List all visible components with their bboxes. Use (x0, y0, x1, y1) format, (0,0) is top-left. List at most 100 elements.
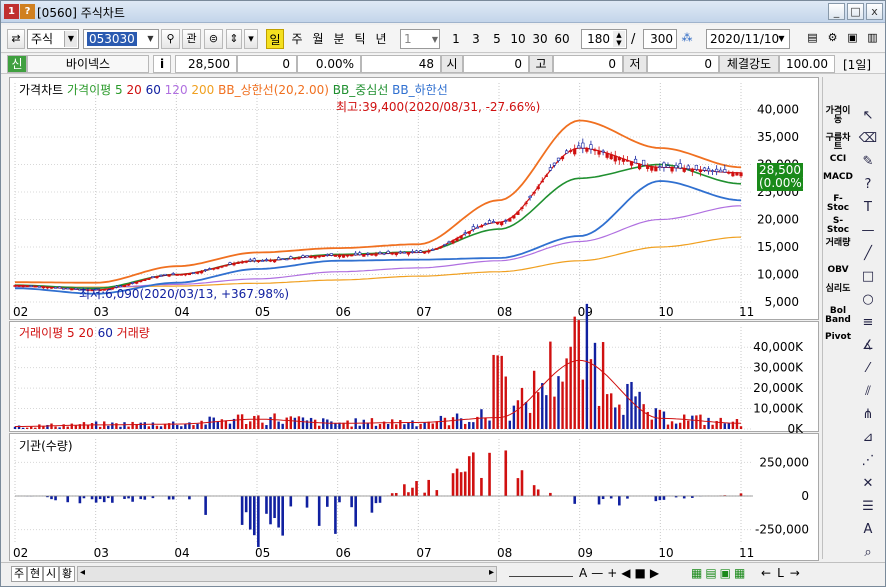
indicator-8[interactable]: 심리도 (823, 285, 853, 294)
indicator-10[interactable]: Pivot (823, 333, 853, 342)
legend-bb-lower: BB_하한선 (392, 83, 448, 97)
current-price-badge: 28,500 (0.00%) (757, 163, 803, 191)
indicator-strip: 가격이동구름차트 CCI MACD F-Stoc S-Stoc 거래량 OBV 심리도 Bol … (822, 77, 852, 559)
tab-status[interactable]: 황 (59, 566, 75, 582)
auto-icon[interactable]: A (858, 521, 878, 539)
circle-icon[interactable]: ○ (858, 291, 878, 309)
volume-bar (533, 371, 535, 429)
candle-body (537, 187, 540, 189)
volume-bar (371, 418, 373, 429)
volume-bar (711, 425, 713, 429)
zoom-controls[interactable]: A—+◀■▶ (579, 566, 663, 580)
volume-bar (561, 382, 563, 429)
scroll-left-icon[interactable]: ◂ (80, 567, 85, 578)
institution-bar (480, 478, 483, 496)
volume-bar (119, 427, 121, 429)
font-icon[interactable]: A (579, 566, 591, 580)
volume-bar (407, 423, 409, 429)
volume-bar (286, 418, 288, 429)
zoom-icon[interactable]: ⌕ (858, 544, 878, 562)
draw-icon[interactable]: ✎ (858, 153, 878, 171)
channel-icon[interactable]: ⫽ (858, 383, 878, 401)
gann-icon[interactable]: ∡ (858, 337, 878, 355)
speed-line-icon[interactable]: ⋰ (858, 452, 878, 470)
export-icons[interactable]: ▦▤▣▦ (691, 566, 748, 580)
candle-body (586, 148, 589, 151)
institution-bar (452, 473, 455, 496)
andrews-icon[interactable]: ⋔ (858, 406, 878, 424)
last-icon[interactable]: L (777, 566, 790, 580)
levels-icon[interactable]: ☰ (858, 498, 878, 516)
end-controls[interactable]: ←L→ (761, 566, 806, 580)
legend-volume: 거래량 (117, 326, 150, 340)
candle-body (517, 212, 520, 215)
eraser-icon[interactable]: ⌫ (858, 130, 878, 148)
indicator-2[interactable]: CCI (823, 155, 853, 164)
institution-bar (423, 493, 426, 496)
candle-body (500, 222, 503, 225)
candle-body (655, 167, 658, 171)
volume-bar (225, 421, 227, 429)
candle-body (285, 259, 288, 260)
next-icon[interactable]: ▶ (650, 566, 663, 580)
institution-bar (306, 496, 309, 508)
horizontal-line-icon[interactable]: — (858, 222, 878, 240)
rectangle-icon[interactable]: □ (858, 268, 878, 286)
candle-body (667, 166, 670, 168)
x-tick-bottom: 04 (174, 546, 189, 560)
fibonacci-icon[interactable]: ≡ (858, 314, 878, 332)
horizontal-scrollbar[interactable]: ◂ ▸ (77, 566, 497, 582)
minus-icon[interactable]: — (591, 566, 607, 580)
indicator-5[interactable]: S-Stoc (823, 217, 853, 235)
volume-bar (330, 421, 332, 429)
candle-body (261, 260, 264, 261)
indicator-7[interactable]: OBV (823, 266, 853, 275)
regression-icon[interactable]: ⊿ (858, 429, 878, 447)
volume-bar (517, 400, 519, 429)
stop-icon[interactable]: ■ (635, 566, 650, 580)
text-icon[interactable]: T (858, 199, 878, 217)
indicator-1[interactable]: 구름차트 (823, 134, 853, 152)
zoom-slider[interactable] (509, 569, 573, 577)
cross-icon[interactable]: ✕ (858, 475, 878, 493)
indicator-9[interactable]: Bol Band (823, 307, 853, 325)
volume-bar (614, 407, 616, 429)
candle-body (371, 254, 374, 255)
current-price-badge-rate: (0.00%) (759, 177, 801, 190)
candle-body (367, 253, 370, 254)
volume-bar (277, 422, 279, 429)
x-tick-top: 07 (416, 305, 431, 319)
candle-body (383, 253, 386, 254)
tab-current[interactable]: 현 (27, 566, 43, 582)
candle-body (407, 253, 410, 255)
volume-bar (127, 427, 129, 429)
prev-icon[interactable]: ◀ (621, 566, 634, 580)
indicator-0[interactable]: 가격이동 (823, 107, 853, 125)
help-icon[interactable]: ? (858, 176, 878, 194)
volume-bar (541, 383, 543, 429)
institution-bar (139, 496, 142, 499)
candle-body (75, 288, 78, 289)
volume-bar (123, 422, 125, 429)
institution-bar (618, 496, 621, 505)
volume-bar (659, 410, 661, 429)
diagonal-line-icon[interactable]: ╱ (858, 245, 878, 263)
forward-icon[interactable]: → (790, 566, 806, 580)
candle-body (683, 168, 686, 171)
drawing-tools: ↖ ⌫ ✎? T — ╱ □ ○ ≡ ∡ ⁄ ⫽ ⋔ ⊿ ⋰ ✕ ☰ A ⌕ (853, 101, 883, 573)
institution-bar (456, 469, 459, 496)
candle-body (14, 286, 17, 287)
volume-bar (245, 424, 247, 429)
tab-market[interactable]: 시 (43, 566, 59, 582)
indicator-3[interactable]: MACD (823, 173, 853, 182)
cursor-icon[interactable]: ↖ (858, 107, 878, 125)
plus-icon[interactable]: + (607, 566, 621, 580)
scroll-right-icon[interactable]: ▸ (489, 567, 494, 578)
indicator-6[interactable]: 거래량 (823, 239, 853, 248)
back-icon[interactable]: ← (761, 566, 777, 580)
volume-bar (359, 426, 361, 429)
trend-icon[interactable]: ⁄ (858, 360, 878, 378)
volume-bar (505, 377, 507, 429)
tab-main[interactable]: 주 (11, 566, 27, 582)
indicator-4[interactable]: F-Stoc (823, 195, 853, 213)
